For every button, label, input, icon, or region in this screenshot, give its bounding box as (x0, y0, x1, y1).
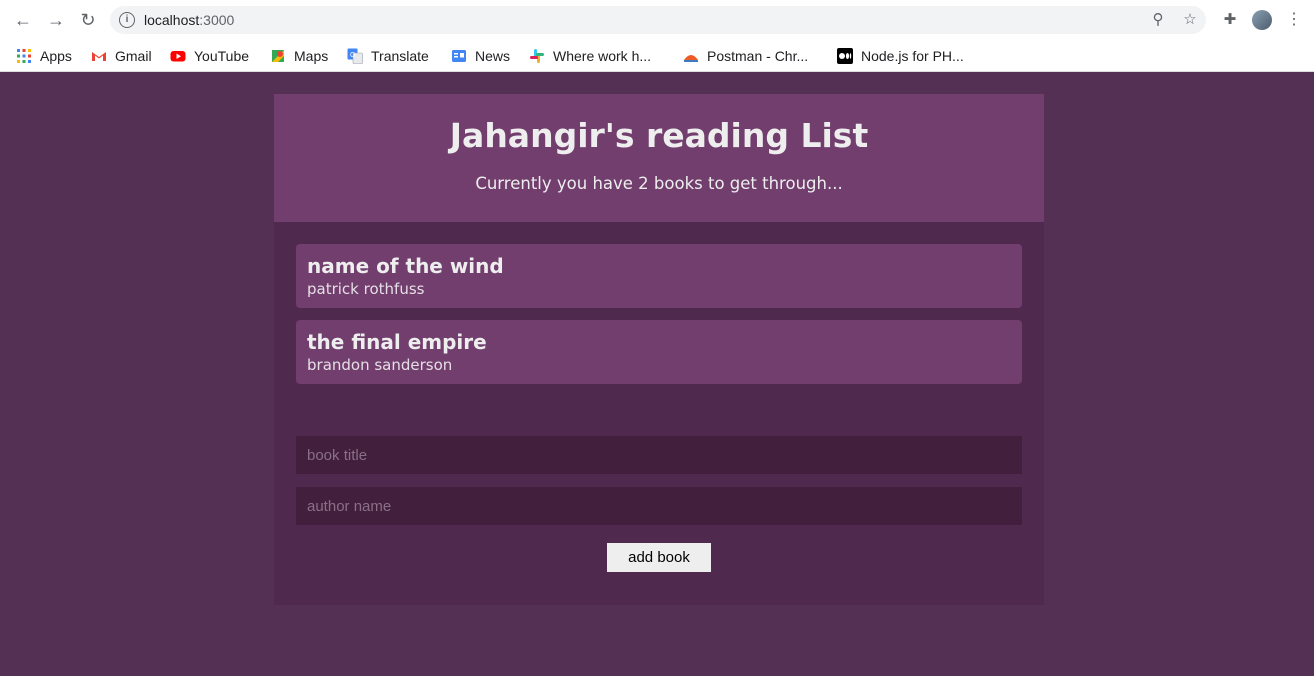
bookmark-label: Postman - Chr... (707, 48, 809, 64)
bookmarks-bar: Apps Gmail YouTube Maps G Translate News… (0, 40, 1314, 72)
profile-avatar[interactable] (1252, 10, 1272, 30)
app-header: Jahangir's reading List Currently you ha… (274, 94, 1044, 222)
url-port: :3000 (199, 12, 235, 28)
gmail-icon (91, 48, 107, 64)
address-url[interactable]: localhost:3000 (144, 12, 234, 28)
news-icon (451, 48, 467, 64)
bookmark-news[interactable]: News (451, 44, 510, 68)
book-title: the final empire (307, 330, 487, 354)
apps-grid-icon (16, 48, 32, 64)
url-host: localhost (144, 12, 200, 28)
bookmark-star-icon[interactable]: ☆ (1181, 11, 1199, 29)
maps-icon (270, 48, 286, 64)
bookmark-label: Where work h... (553, 48, 652, 64)
browser-menu-icon[interactable]: ⋮ (1286, 10, 1302, 30)
bookmark-translate[interactable]: G Translate (347, 44, 429, 68)
bookmark-gmail[interactable]: Gmail (91, 44, 152, 68)
book-list-item[interactable]: the final empire brandon sanderson (296, 320, 1022, 384)
book-list-item[interactable]: name of the wind patrick rothfuss (296, 244, 1022, 308)
slack-icon (529, 48, 545, 64)
author-name-input[interactable] (296, 487, 1022, 525)
books-count-subtitle: Currently you have 2 books to get throug… (475, 174, 843, 193)
bookmark-youtube[interactable]: YouTube (170, 44, 249, 68)
translate-icon: G (347, 48, 363, 64)
zoom-icon[interactable]: ⚲ (1149, 11, 1167, 29)
bookmark-postman[interactable]: Postman - Chr... (683, 44, 808, 68)
bookmark-label: Apps (40, 48, 72, 64)
reading-list-app: Jahangir's reading List Currently you ha… (274, 94, 1044, 605)
bookmark-nodejs[interactable]: Node.js for PH... (837, 44, 964, 68)
bookmark-label: Gmail (115, 48, 152, 64)
book-title: name of the wind (307, 254, 504, 278)
youtube-icon (170, 48, 186, 64)
bookmark-slack[interactable]: Where work h... (529, 44, 651, 68)
bookmark-apps[interactable]: Apps (16, 44, 72, 68)
address-bar[interactable]: i localhost:3000 ⚲ ☆ (110, 6, 1206, 34)
book-title-input[interactable] (296, 436, 1022, 474)
bookmark-label: Node.js for PH... (861, 48, 964, 64)
book-author: brandon sanderson (307, 356, 453, 374)
page-title: Jahangir's reading List (449, 116, 869, 155)
bookmark-label: Translate (371, 48, 429, 64)
bookmark-label: YouTube (194, 48, 250, 64)
bookmark-label: Maps (294, 48, 329, 64)
postman-icon (683, 48, 699, 64)
medium-icon (837, 48, 853, 64)
add-book-button[interactable]: add book (607, 543, 711, 572)
browser-toolbar: ← → ↻ i localhost:3000 ⚲ ☆ ✚ ⋮ (0, 0, 1314, 40)
extensions-puzzle-icon[interactable]: ✚ (1220, 10, 1240, 30)
book-author: patrick rothfuss (307, 280, 425, 298)
bookmark-maps[interactable]: Maps (270, 44, 328, 68)
site-info-icon[interactable]: i (119, 12, 135, 28)
bookmark-label: News (475, 48, 511, 64)
svg-text:G: G (350, 52, 355, 59)
back-arrow-icon[interactable]: ← (11, 8, 35, 32)
forward-arrow-icon[interactable]: → (44, 8, 68, 32)
reload-icon[interactable]: ↻ (76, 8, 100, 32)
